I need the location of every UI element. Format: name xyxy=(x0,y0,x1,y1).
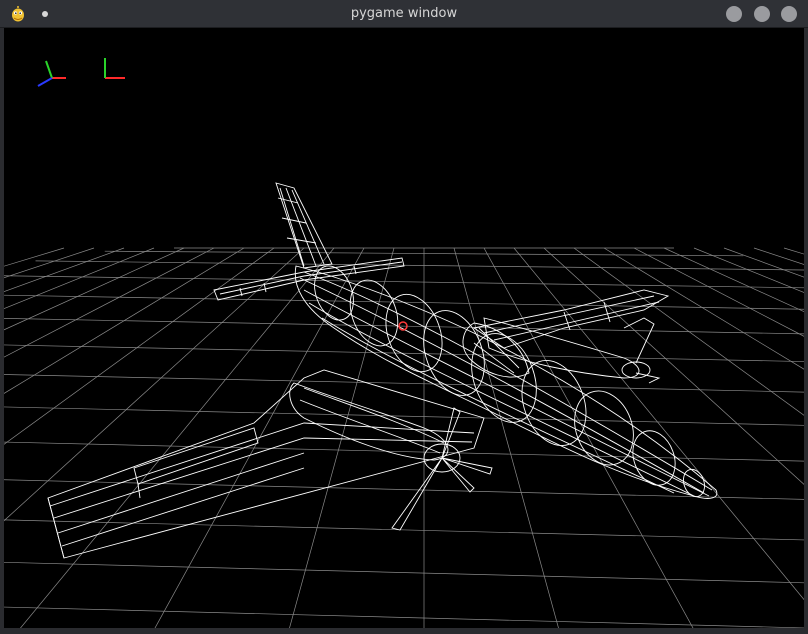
ground-grid xyxy=(4,247,804,628)
pygame-window: pygame window xyxy=(0,0,808,634)
window-title: pygame window xyxy=(350,6,458,21)
fuselage-ring xyxy=(574,390,634,466)
grid-line xyxy=(4,406,804,426)
grid-line xyxy=(783,247,804,255)
scene-canvas[interactable] xyxy=(4,28,804,628)
grid-line xyxy=(4,374,804,393)
grid-line xyxy=(4,318,804,335)
grid-line xyxy=(693,247,804,293)
grid-line xyxy=(4,247,215,358)
grid-line xyxy=(4,247,185,331)
maximize-button[interactable] xyxy=(754,6,770,22)
orientation-gizmo-2d xyxy=(104,58,125,79)
grid-line xyxy=(4,247,245,394)
minimize-button[interactable] xyxy=(726,6,742,22)
grid-line xyxy=(4,247,125,293)
airplane-wireframe xyxy=(47,182,718,559)
grid-line xyxy=(4,606,804,628)
title-bar[interactable]: pygame window xyxy=(0,0,808,28)
grid-line xyxy=(4,247,275,445)
grid-line xyxy=(4,519,804,541)
grid-line xyxy=(4,247,155,309)
grid-line xyxy=(4,247,95,279)
grid-line xyxy=(20,247,335,628)
close-button[interactable] xyxy=(781,6,797,22)
grid-line xyxy=(4,275,804,289)
grid-line xyxy=(35,260,804,271)
grid-line xyxy=(573,247,804,416)
grid-line xyxy=(633,247,804,337)
grid-line xyxy=(603,247,804,370)
grid-line xyxy=(4,479,804,500)
grid-line xyxy=(723,247,804,278)
orientation-gizmo-3d xyxy=(37,60,66,87)
grid-line xyxy=(753,247,804,265)
grid-line xyxy=(663,247,804,313)
grid-line xyxy=(4,561,804,584)
render-viewport[interactable] xyxy=(4,28,804,628)
